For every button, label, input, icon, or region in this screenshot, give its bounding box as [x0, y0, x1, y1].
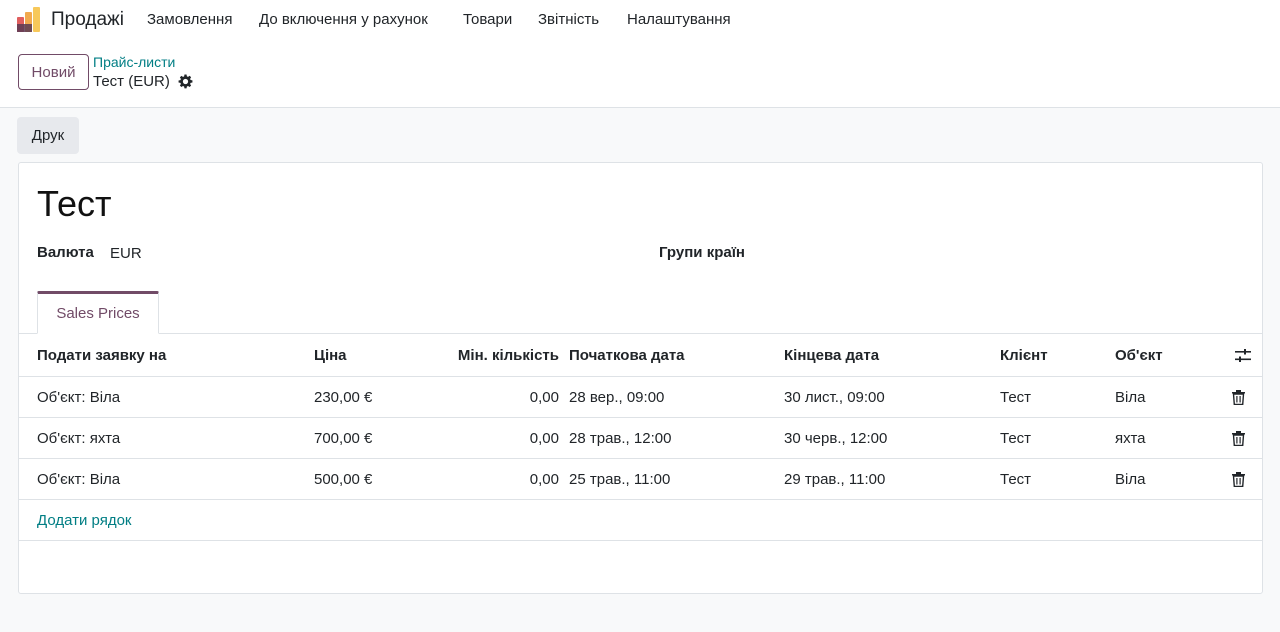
col-apply-on[interactable]: Подати заявку на [37, 347, 166, 364]
col-min-qty[interactable]: Мін. кількість [449, 347, 559, 364]
form-sheet: Тест Валюта EUR Групи країн Sales Prices… [18, 162, 1263, 594]
cell-price: 230,00 € [314, 389, 373, 406]
add-line-link[interactable]: Додати рядок [37, 512, 131, 529]
cell-min-qty: 0,00 [529, 471, 559, 488]
add-line-row: Додати рядок [19, 500, 1262, 541]
breadcrumb-pricelists[interactable]: Прайс-листи [93, 54, 175, 70]
cell-start-date: 28 вер., 09:00 [569, 389, 665, 406]
cell-object: яхта [1115, 430, 1146, 447]
col-customer[interactable]: Клієнт [1000, 347, 1048, 364]
col-price[interactable]: Ціна [314, 347, 347, 364]
cell-apply-on: Об'єкт: яхта [37, 430, 121, 447]
cell-apply-on: Об'єкт: Віла [37, 389, 121, 406]
menu-orders[interactable]: Замовлення [147, 11, 232, 28]
table-row[interactable]: Об'єкт: Віла 500,00 € 0,00 25 трав., 11:… [19, 459, 1262, 500]
print-button[interactable]: Друк [17, 117, 79, 154]
column-settings-icon[interactable] [1235, 348, 1251, 364]
cell-customer: Тест [1000, 471, 1032, 488]
menu-products[interactable]: Товари [463, 11, 512, 28]
cell-object: Віла [1115, 389, 1146, 406]
cell-customer: Тест [1000, 430, 1032, 447]
trash-icon[interactable] [1232, 390, 1245, 405]
cell-start-date: 28 трав., 12:00 [569, 430, 672, 447]
cell-price: 700,00 € [314, 430, 373, 447]
table-header: Подати заявку на Ціна Мін. кількість Поч… [19, 334, 1262, 377]
menu-to-invoice[interactable]: До включення у рахунок [259, 11, 428, 28]
app-name[interactable]: Продажі [51, 9, 124, 31]
trash-icon[interactable] [1232, 472, 1245, 487]
menu-reporting[interactable]: Звітність [538, 11, 599, 28]
cell-end-date: 30 лист., 09:00 [784, 389, 885, 406]
cell-end-date: 30 черв., 12:00 [784, 430, 888, 447]
tab-sales-prices[interactable]: Sales Prices [37, 291, 159, 334]
gear-icon[interactable] [178, 74, 193, 89]
cell-min-qty: 0,00 [529, 389, 559, 406]
top-navbar: Продажі Замовлення До включення у рахуно… [0, 0, 1280, 40]
col-object[interactable]: Об'єкт [1115, 347, 1163, 364]
country-groups-label: Групи країн [659, 244, 745, 261]
table-row[interactable]: Об'єкт: яхта 700,00 € 0,00 28 трав., 12:… [19, 418, 1262, 459]
pricelist-name[interactable]: Тест [37, 183, 111, 225]
cell-end-date: 29 трав., 11:00 [784, 471, 886, 488]
cell-customer: Тест [1000, 389, 1032, 406]
cell-start-date: 25 трав., 11:00 [569, 471, 671, 488]
breadcrumb-current-record: Тест (EUR) [93, 73, 170, 90]
cell-object: Віла [1115, 471, 1146, 488]
trash-icon[interactable] [1232, 431, 1245, 446]
col-start-date[interactable]: Початкова дата [569, 347, 685, 364]
table-row[interactable]: Об'єкт: Віла 230,00 € 0,00 28 вер., 09:0… [19, 377, 1262, 418]
control-panel: Новий Прайс-листи Тест (EUR) [0, 40, 1280, 108]
col-end-date[interactable]: Кінцева дата [784, 347, 879, 364]
currency-label: Валюта [37, 244, 94, 261]
currency-field[interactable]: EUR [110, 245, 142, 262]
cell-min-qty: 0,00 [529, 430, 559, 447]
cell-price: 500,00 € [314, 471, 373, 488]
new-button[interactable]: Новий [18, 54, 89, 90]
cell-apply-on: Об'єкт: Віла [37, 471, 121, 488]
sales-app-logo[interactable] [16, 7, 41, 32]
menu-configuration[interactable]: Налаштування [627, 11, 731, 28]
